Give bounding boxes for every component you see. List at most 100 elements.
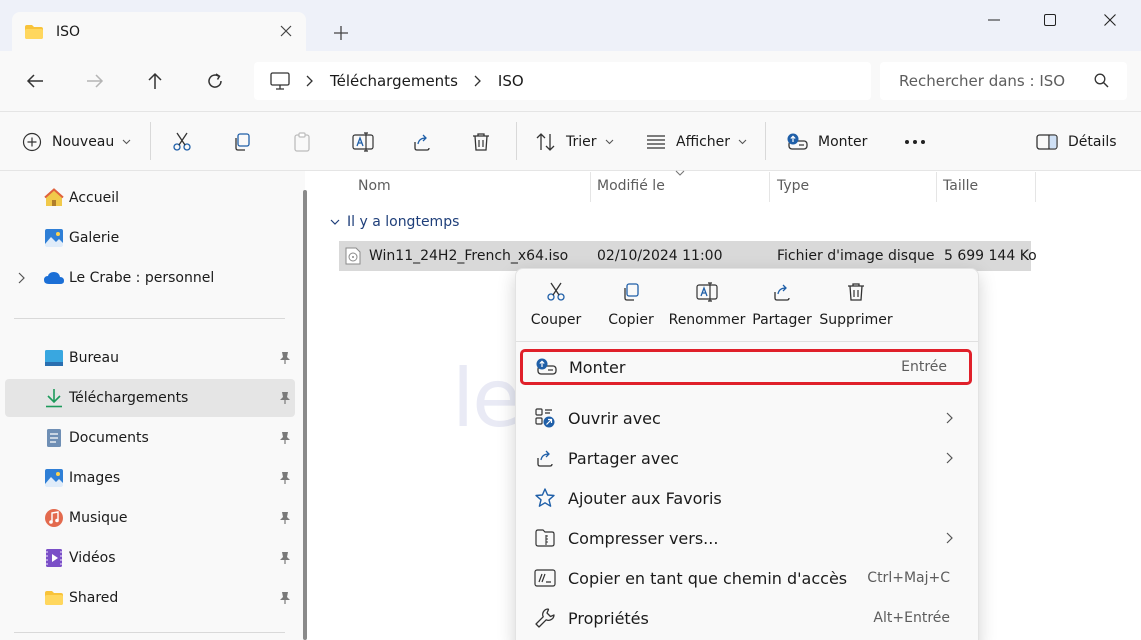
address-bar[interactable]: Téléchargements ISO (254, 62, 871, 100)
sidebar-item-onedrive[interactable]: Le Crabe : personnel (5, 259, 295, 297)
column-divider[interactable] (1035, 172, 1036, 202)
paste-button[interactable] (292, 128, 312, 156)
column-header-modified[interactable]: Modifié le (597, 178, 665, 198)
plus-circle-icon (22, 132, 42, 152)
sidebar-item-shared[interactable]: Shared (5, 579, 295, 617)
column-header-type[interactable]: Type (777, 178, 809, 198)
column-header-name[interactable]: Nom (358, 178, 391, 198)
desktop-icon (43, 347, 65, 369)
menu-item-compress[interactable]: Compresser vers... (522, 519, 972, 557)
sidebar-item-desktop[interactable]: Bureau (5, 339, 295, 377)
share-button[interactable] (412, 128, 432, 156)
quick-copy-button[interactable]: Copier (591, 282, 671, 338)
sidebar-item-music[interactable]: Musique (5, 499, 295, 537)
quick-delete-button[interactable]: Supprimer (816, 282, 896, 338)
column-divider[interactable] (936, 172, 937, 202)
sidebar-divider (14, 318, 285, 319)
downloads-icon (43, 387, 65, 409)
copy-path-icon (532, 565, 558, 591)
sidebar-item-label: Téléchargements (69, 390, 189, 406)
column-divider[interactable] (590, 172, 591, 202)
quick-rename-button[interactable]: Renommer (667, 282, 747, 338)
folder-icon (24, 24, 44, 40)
group-label: Il y a longtemps (347, 214, 460, 230)
details-pane-icon (1036, 133, 1058, 151)
close-tab-icon[interactable] (276, 21, 296, 41)
search-box[interactable]: Rechercher dans : ISO (880, 62, 1127, 100)
sidebar-scrollbar[interactable] (303, 190, 307, 640)
pin-icon[interactable] (279, 351, 291, 365)
quick-action-label: Copier (608, 312, 654, 328)
sidebar-item-images[interactable]: Images (5, 459, 295, 497)
quick-share-button[interactable]: Partager (742, 282, 822, 338)
new-tab-icon[interactable] (330, 22, 352, 44)
toolbar-separator (765, 122, 766, 160)
menu-item-open-with[interactable]: Ouvrir avec (522, 399, 972, 437)
quick-action-label: Partager (752, 312, 812, 328)
back-arrow-icon[interactable] (20, 66, 50, 96)
group-header[interactable]: Il y a longtemps (330, 214, 459, 230)
up-arrow-icon[interactable] (140, 66, 170, 96)
pin-icon[interactable] (279, 511, 291, 525)
chevron-down-icon (738, 139, 747, 145)
breadcrumb-iso[interactable]: ISO (498, 72, 524, 90)
sidebar-item-label: Musique (69, 510, 128, 526)
menu-item-mount[interactable]: Monter Entrée (520, 349, 972, 385)
menu-item-shortcut: Ctrl+Maj+C (867, 570, 950, 586)
menu-item-copy-path[interactable]: Copier en tant que chemin d'accès Ctrl+M… (522, 559, 972, 597)
zip-folder-icon (532, 525, 558, 551)
scissors-icon (546, 282, 566, 302)
sort-icon (536, 132, 556, 152)
pin-icon[interactable] (279, 591, 291, 605)
pin-icon[interactable] (279, 391, 291, 405)
pin-icon[interactable] (279, 551, 291, 565)
column-divider[interactable] (769, 172, 770, 202)
maximize-icon[interactable] (1038, 8, 1062, 32)
menu-item-properties[interactable]: Propriétés Alt+Entrée (522, 599, 972, 637)
sidebar-item-downloads[interactable]: Téléchargements (5, 379, 295, 417)
sidebar-item-home[interactable]: Accueil (5, 179, 295, 217)
forward-arrow-icon[interactable] (80, 66, 110, 96)
rename-icon (696, 282, 718, 302)
mount-disc-icon (786, 132, 808, 152)
close-window-icon[interactable] (1098, 8, 1122, 32)
tab-iso[interactable]: ISO (12, 12, 306, 51)
delete-button[interactable] (472, 128, 490, 156)
menu-item-add-favorites[interactable]: Ajouter aux Favoris (522, 479, 972, 517)
refresh-icon[interactable] (200, 66, 230, 96)
sidebar-item-videos[interactable]: Vidéos (5, 539, 295, 577)
chevron-right-icon (306, 75, 314, 87)
scissors-icon (172, 132, 192, 152)
search-placeholder: Rechercher dans : ISO (899, 72, 1066, 90)
copy-icon (621, 282, 641, 302)
file-type: Fichier d'image disque (777, 248, 935, 264)
menu-item-share-with[interactable]: Partager avec (522, 439, 972, 477)
column-header-size[interactable]: Taille (943, 178, 978, 198)
mount-label: Monter (818, 134, 868, 150)
pin-icon[interactable] (279, 431, 291, 445)
sidebar-item-gallery[interactable]: Galerie (5, 219, 295, 257)
mount-button[interactable]: Monter (786, 128, 867, 156)
sidebar-item-documents[interactable]: Documents (5, 419, 295, 457)
search-icon[interactable] (1094, 73, 1109, 88)
more-options-icon[interactable] (904, 128, 926, 156)
disc-image-file-icon (345, 247, 361, 265)
sort-button[interactable]: Trier (536, 128, 614, 156)
copy-button[interactable] (232, 128, 252, 156)
menu-item-label: Monter (569, 357, 626, 377)
rename-button[interactable] (352, 128, 374, 156)
pin-icon[interactable] (279, 471, 291, 485)
details-button[interactable]: Détails (1036, 128, 1117, 156)
documents-icon (43, 427, 65, 449)
breadcrumb-downloads[interactable]: Téléchargements (330, 72, 458, 90)
cut-button[interactable] (172, 128, 192, 156)
quick-cut-button[interactable]: Couper (516, 282, 596, 338)
videos-icon (43, 547, 65, 569)
trash-icon (847, 282, 865, 302)
music-icon (43, 507, 65, 529)
view-label: Afficher (676, 134, 731, 150)
view-button[interactable]: Afficher (646, 128, 747, 156)
new-button[interactable]: Nouveau (22, 128, 131, 156)
minimize-icon[interactable] (982, 8, 1006, 32)
open-with-icon (532, 405, 558, 431)
